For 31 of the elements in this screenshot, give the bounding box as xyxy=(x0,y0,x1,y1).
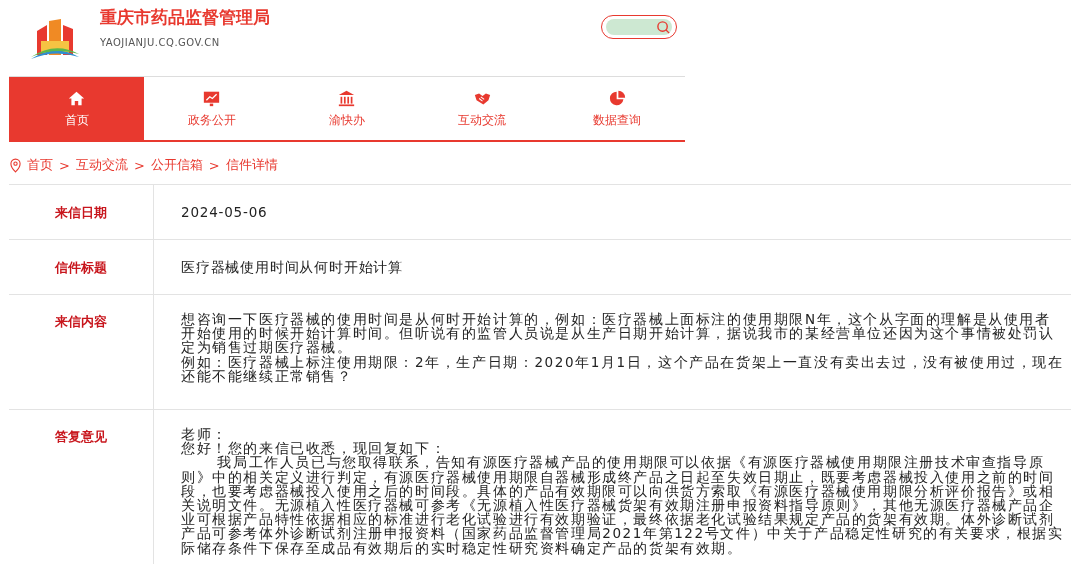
site-domain: YAOJIANJU.CQ.GOV.CN xyxy=(100,37,221,48)
field-value: 您好！您的来信已收悉，现回复如下： xyxy=(181,441,447,456)
field-label: 来信日期 xyxy=(9,185,154,239)
breadcrumb-link[interactable]: 公开信箱 xyxy=(150,156,203,174)
nav-tab[interactable]: 数据查询 xyxy=(549,77,685,140)
breadcrumb-separator: > xyxy=(133,157,145,173)
site-title: 重庆市药品监督管理局 xyxy=(100,6,270,29)
home-icon xyxy=(68,89,85,107)
location-icon xyxy=(10,157,21,173)
field-value: 2024-05-06 xyxy=(181,203,269,222)
field-label: 答复意见 xyxy=(9,410,154,564)
breadcrumb-link[interactable]: 首页 xyxy=(27,156,53,174)
breadcrumb-link[interactable]: 信件详情 xyxy=(225,156,278,174)
nav-tab[interactable]: 首页 xyxy=(9,77,144,140)
building-icon xyxy=(338,89,356,107)
pie-chart-icon xyxy=(608,89,626,107)
breadcrumb-separator: > xyxy=(59,157,70,173)
nav-tab[interactable]: 渝快办 xyxy=(279,77,415,140)
nav-tab[interactable]: 政务公开 xyxy=(144,77,280,140)
field-value: 想咨询一下医疗器械的使用时间是从何时开始计算的，例如：医疗器械上面标注的使用期限N年，这个从字面的理解是从使用者开始使用的时候开始计算时间。但听说有的监管人员说是从生产日期开始计算，据说我市的某经营单位还因为这个事情被处罚认定为销售过期医疗器械。 xyxy=(181,312,1056,355)
field-label: 来信内容 xyxy=(9,295,154,409)
nav-tab[interactable]: 互动交流 xyxy=(414,77,550,140)
search-icon xyxy=(656,20,671,35)
breadcrumb-link[interactable]: 互动交流 xyxy=(75,156,128,174)
field-value: 老师： xyxy=(181,427,228,442)
breadcrumb-separator: > xyxy=(208,157,220,173)
field-value: 例如：医疗器械上标注使用期限：2年，生产日期：2020年1月1日，这个产品在货架上一直没有卖出去过，没有被使用过，现在还能不能继续正常销售？ xyxy=(181,354,1065,383)
chart-icon xyxy=(203,89,221,107)
field-value: 医疗器械使用时间从何时开始计算 xyxy=(181,258,404,277)
field-value: 我局工作人员已与您取得联系，告知有源医疗器械产品的使用期限可以依据《有源医疗器械使用期限注册技术审查指导原则》中的相关定义进行判定，有源医疗器械使用期限自器械形成终产品之日起至失效日期止，既要考虑器械投入使用之前的时间段，也要考虑器械投入使用之后的时间段。具体的产品有效期限可以向供货方索取《有源医疗器械使用期限分析评价报告》或相关说明文件。无源植入性医疗器械可参考《无源植入性医疗器械货架有效期注册申报资料指导原则》，其他无源医疗器械产品企业可根据产品特性依据相应的标准进行老化试验进行有效期验证，最终依据老化试验结果规定产品的货架有效期。体外诊断试剂产品可参考体外诊断试剂注册申报资料（国家药品监督管理局2021年第122号文件）中关于产品稳定性研究的有关要求，根据实际储存条件下保存至成品有效期后的实时稳定性研究资料确定产品的货架有效期。 xyxy=(181,455,1065,555)
field-label: 信件标题 xyxy=(9,240,154,294)
